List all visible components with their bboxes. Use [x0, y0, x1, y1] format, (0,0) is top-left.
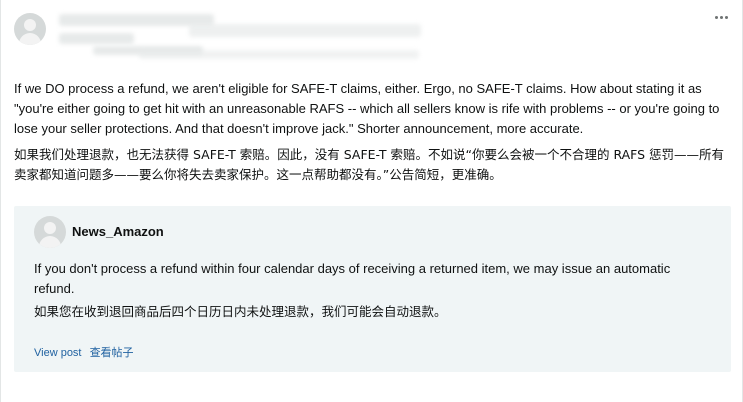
- avatar-head-shape: [44, 222, 56, 234]
- post-body-english: If we DO process a refund, we aren't eli…: [14, 81, 720, 136]
- blurred-author-meta: [189, 24, 421, 37]
- blurred-author-meta: [59, 33, 134, 44]
- forum-post: If we DO process a refund, we aren't eli…: [0, 0, 743, 402]
- blurred-author-meta: [139, 50, 419, 59]
- avatar-body-shape: [19, 33, 41, 45]
- quoted-text-english: If you don't process a refund within fou…: [34, 261, 671, 296]
- user-avatar-icon[interactable]: [14, 13, 46, 45]
- quoted-post: News_Amazon If you don't process a refun…: [14, 206, 731, 372]
- quoted-author-name[interactable]: News_Amazon: [72, 224, 164, 239]
- view-post-link[interactable]: View post: [34, 347, 82, 359]
- user-avatar-icon[interactable]: [34, 216, 66, 248]
- avatar-body-shape: [39, 236, 61, 248]
- more-options-icon[interactable]: [715, 16, 728, 19]
- avatar-head-shape: [24, 19, 36, 31]
- quoted-text-chinese: 如果您在收到退回商品后四个日历日内未处理退款，我们可能会自动退款。: [34, 304, 447, 319]
- view-post-link-chinese[interactable]: 查看帖子: [90, 346, 134, 359]
- view-post-links: View post 查看帖子: [34, 344, 139, 360]
- post-body-chinese: 如果我们处理退款，也无法获得 SAFE-T 索赔。因此，没有 SAFE-T 索赔…: [14, 147, 725, 182]
